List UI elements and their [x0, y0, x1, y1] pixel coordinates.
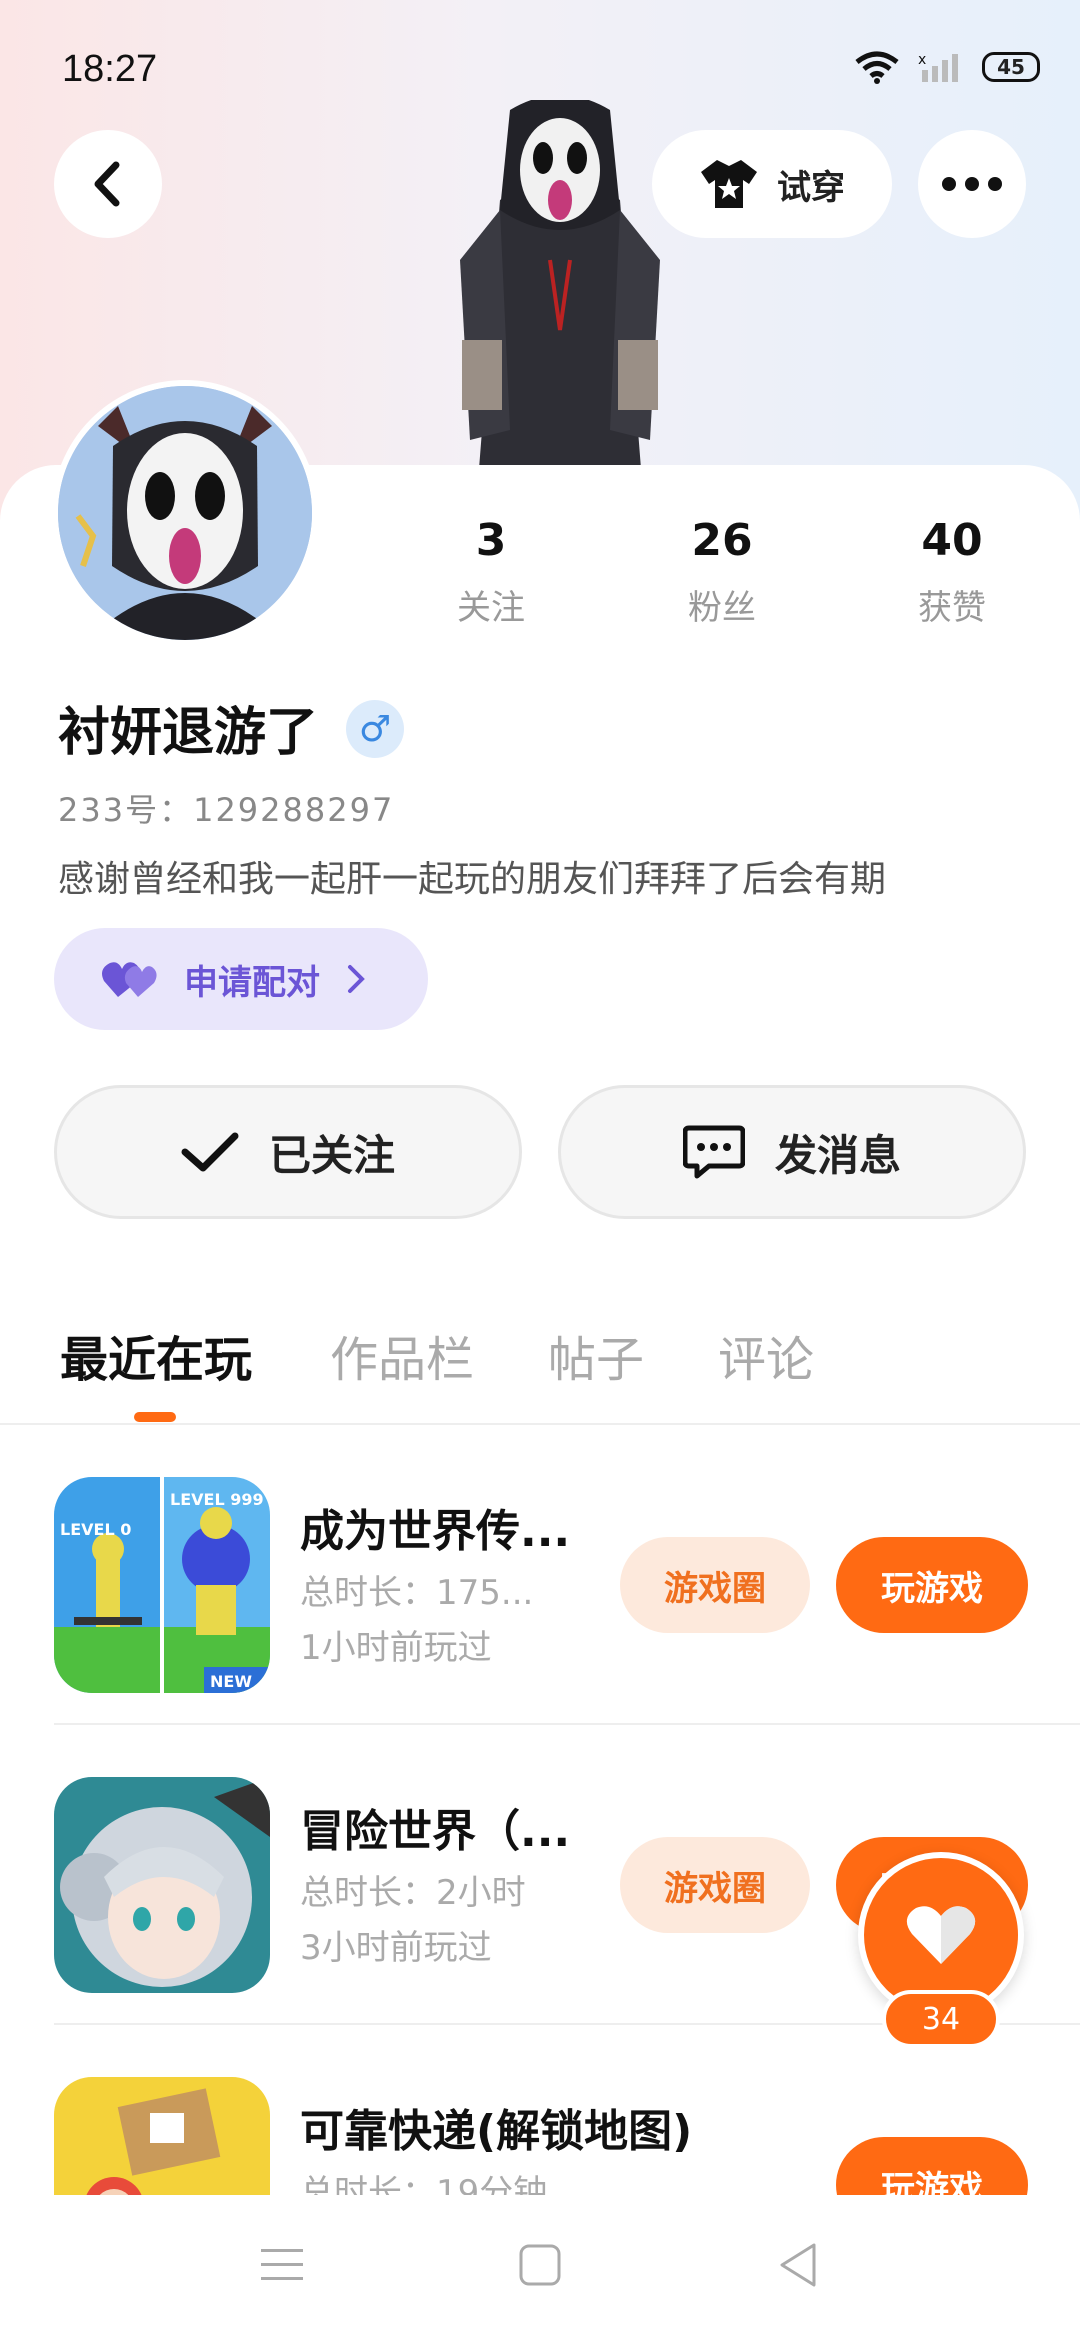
play-game-button[interactable]: 玩游戏	[836, 2137, 1028, 2195]
game-icon: LEVEL 0 LEVEL 999 NEW	[54, 1477, 270, 1693]
game-duration: 总时长：175...	[300, 1573, 534, 1613]
profile-tabs: 最近在玩 作品栏 帖子 评论	[0, 1300, 1080, 1425]
chevron-right-icon	[348, 965, 365, 993]
game-duration: 总时长：2小时	[300, 1873, 526, 1913]
signal-icon: x	[918, 52, 958, 82]
tab-posts[interactable]: 帖子	[548, 1320, 644, 1390]
game-duration: 总时长：19分钟	[300, 2173, 548, 2195]
try-on-label: 试穿	[777, 167, 845, 208]
more-dots-icon	[942, 177, 1002, 191]
stat-following-value: 3	[475, 515, 507, 566]
svg-text:x: x	[918, 52, 926, 68]
game-last-played: 1小时前玩过	[300, 1628, 492, 1668]
nav-home-button[interactable]	[510, 2235, 570, 2295]
tab-works[interactable]: 作品栏	[330, 1320, 474, 1390]
square-home-icon	[519, 2244, 561, 2286]
heart-icon	[906, 1906, 976, 1964]
game-title: 成为世界传...	[300, 1506, 571, 1557]
svg-text:LEVEL 0: LEVEL 0	[60, 1520, 131, 1539]
back-button[interactable]	[54, 130, 162, 238]
apply-match-label: 申请配对	[184, 962, 320, 1003]
game-icon	[54, 2077, 270, 2195]
nav-menu-button[interactable]	[252, 2235, 312, 2295]
nav-back-button[interactable]	[768, 2235, 828, 2295]
avatar[interactable]	[52, 380, 318, 646]
game-circle-button[interactable]: 游戏圈	[620, 1537, 810, 1633]
try-on-button[interactable]: 试穿	[652, 130, 892, 238]
game-title: 可靠快递(解锁地图)	[300, 2106, 693, 2157]
avatar-image	[58, 386, 312, 640]
more-options-button[interactable]	[918, 130, 1026, 238]
username: 衬妍退游了	[58, 703, 319, 763]
male-gender-icon: ♂	[346, 700, 404, 758]
checkmark-icon	[181, 1132, 239, 1172]
game-title: 冒险世界（...	[300, 1806, 571, 1857]
followed-button[interactable]: 已关注	[54, 1085, 522, 1219]
game-icon	[54, 1777, 270, 1993]
stat-likes[interactable]: 40 获赞	[882, 515, 1022, 629]
bio: 感谢曾经和我一起肝一起玩的朋友们拜拜了后会有期	[58, 859, 887, 900]
triangle-back-icon	[780, 2243, 816, 2287]
system-nav-bar	[0, 2195, 1080, 2340]
tab-comments[interactable]: 评论	[718, 1320, 814, 1390]
list-item[interactable]: LEVEL 0 LEVEL 999 NEW 成为世界传... 总时长：175..…	[0, 1425, 1080, 1725]
list-item[interactable]: 可靠快递(解锁地图) 总时长：19分钟 玩游戏	[0, 2025, 1080, 2195]
double-heart-icon	[102, 962, 157, 997]
status-time: 18:27	[62, 48, 158, 90]
svg-text:LEVEL 999: LEVEL 999	[170, 1490, 264, 1509]
stat-likes-label: 获赞	[918, 588, 986, 628]
game-last-played: 3小时前玩过	[300, 1928, 492, 1968]
game-thumbnail	[54, 1777, 270, 1993]
chat-bubble-icon	[682, 1125, 745, 1179]
game-thumbnail	[54, 2077, 270, 2195]
user-id: 233号：129288297	[58, 791, 395, 829]
status-bar: 18:27 x 45	[0, 0, 1080, 110]
stat-followers-value: 26	[691, 515, 753, 566]
like-count: 34	[882, 1990, 1000, 2048]
stat-followers[interactable]: 26 粉丝	[652, 515, 792, 629]
tab-active-indicator	[134, 1412, 176, 1422]
game-circle-button[interactable]: 游戏圈	[620, 1837, 810, 1933]
game-thumbnail: LEVEL 0 LEVEL 999 NEW	[54, 1477, 270, 1693]
menu-icon	[261, 2249, 303, 2280]
svg-text:NEW: NEW	[210, 1672, 252, 1691]
character-figure	[460, 100, 660, 520]
send-message-button[interactable]: 发消息	[558, 1085, 1026, 1219]
battery-indicator: 45	[982, 52, 1040, 82]
recent-games-list: LEVEL 0 LEVEL 999 NEW 成为世界传... 总时长：175..…	[0, 1425, 1080, 2195]
status-icons: x 45	[854, 50, 1040, 84]
chevron-left-icon	[94, 161, 120, 207]
apply-match-button[interactable]: 申请配对	[54, 928, 428, 1030]
stat-followers-label: 粉丝	[688, 588, 756, 628]
play-game-button[interactable]: 玩游戏	[836, 1537, 1028, 1633]
wifi-icon	[855, 51, 899, 84]
stat-following[interactable]: 3 关注	[421, 515, 561, 629]
stat-following-label: 关注	[457, 588, 525, 628]
tshirt-icon	[701, 160, 757, 208]
stat-likes-value: 40	[921, 515, 983, 566]
send-message-label: 发消息	[774, 1130, 901, 1180]
tab-recently-played[interactable]: 最近在玩	[60, 1320, 252, 1390]
followed-label: 已关注	[268, 1130, 395, 1180]
